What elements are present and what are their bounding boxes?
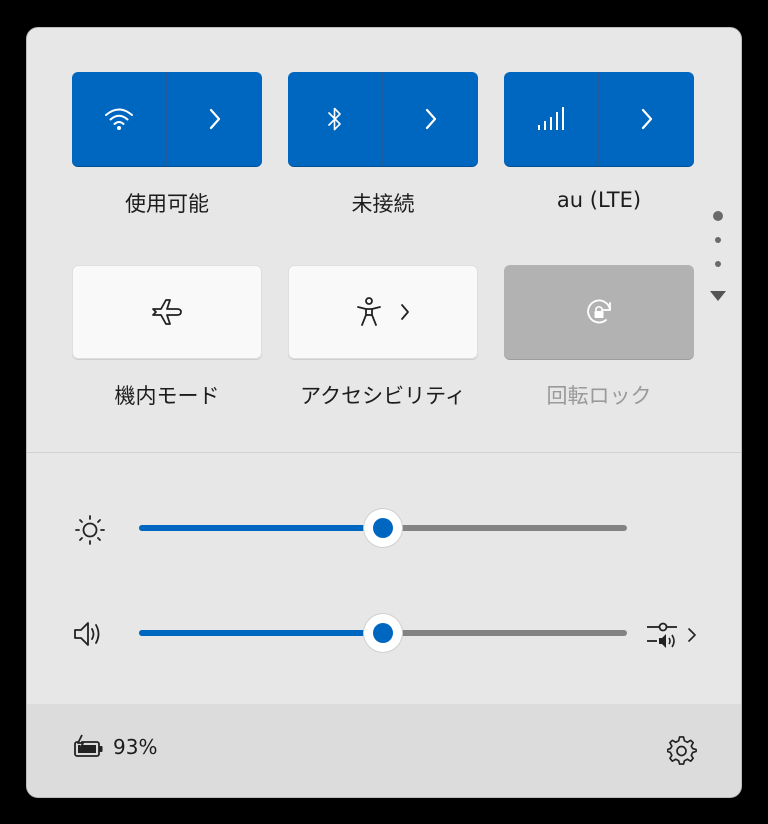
rotation-lock-tile xyxy=(504,265,694,359)
volume-slider[interactable] xyxy=(139,614,627,652)
rotation-lock-icon xyxy=(587,299,611,324)
accessibility-tile[interactable] xyxy=(288,265,478,359)
cellular-signal-icon xyxy=(538,107,564,130)
bluetooth-tile xyxy=(288,72,478,166)
wifi-toggle-button[interactable] xyxy=(72,72,167,166)
brightness-icon xyxy=(75,515,105,545)
page-indicator[interactable] xyxy=(715,237,721,243)
chevron-right-icon xyxy=(209,108,220,130)
page-indicator[interactable] xyxy=(715,261,721,267)
settings-button[interactable] xyxy=(665,734,699,768)
volume-slider-fill xyxy=(139,630,383,636)
volume-slider-thumb[interactable] xyxy=(364,614,402,652)
bluetooth-toggle-button[interactable] xyxy=(288,72,383,166)
bluetooth-icon xyxy=(328,107,341,131)
brightness-slider-thumb[interactable] xyxy=(364,509,402,547)
section-divider xyxy=(27,452,741,453)
cellular-tile xyxy=(504,72,694,166)
audio-output-button[interactable] xyxy=(645,620,701,650)
speaker-icon[interactable] xyxy=(72,620,106,648)
battery-charging-icon xyxy=(74,734,103,757)
chevron-right-icon xyxy=(425,108,436,130)
battery-percent: 93% xyxy=(113,735,158,759)
page-indicator-active[interactable] xyxy=(713,211,723,221)
chevron-right-icon xyxy=(401,304,409,320)
audio-output-icon xyxy=(647,622,677,648)
rotation-lock-label: 回転ロック xyxy=(546,384,652,408)
accessibility-icon xyxy=(357,297,381,326)
battery-status[interactable]: 93% xyxy=(73,734,157,760)
footer-bar: 93% xyxy=(27,704,741,797)
cellular-expand-button[interactable] xyxy=(599,72,694,166)
bluetooth-expand-button[interactable] xyxy=(383,72,478,166)
chevron-right-icon xyxy=(641,108,652,130)
accessibility-label: アクセシビリティ xyxy=(300,384,466,408)
airplane-mode-tile[interactable] xyxy=(72,265,262,359)
brightness-slider[interactable] xyxy=(139,509,627,547)
quick-settings-panel: 使用可能 未接続 au (LTE) 機内モード アクセシビリティ 回転ロック 9… xyxy=(26,27,742,798)
cellular-toggle-button[interactable] xyxy=(504,72,599,166)
brightness-slider-fill xyxy=(139,525,383,531)
page-down-icon[interactable] xyxy=(709,290,727,302)
gear-icon xyxy=(667,736,697,765)
wifi-icon xyxy=(105,108,133,130)
wifi-tile xyxy=(72,72,262,166)
cellular-label: au (LTE) xyxy=(556,188,642,212)
airplane-icon xyxy=(152,299,182,325)
wifi-expand-button[interactable] xyxy=(167,72,262,166)
chevron-right-icon xyxy=(688,628,696,642)
bluetooth-label: 未接続 xyxy=(351,192,415,216)
airplane-mode-label: 機内モード xyxy=(114,384,220,408)
wifi-label: 使用可能 xyxy=(125,192,209,216)
